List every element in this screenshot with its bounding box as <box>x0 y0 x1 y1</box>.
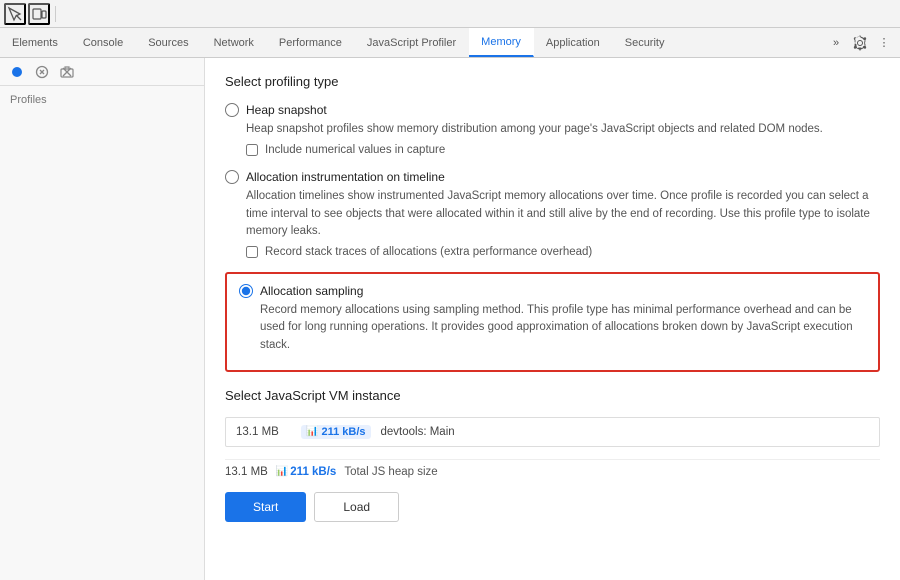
vm-size: 13.1 MB <box>236 426 291 438</box>
allocation-sampling-row: Allocation sampling <box>239 284 866 298</box>
more-tabs-button[interactable]: » <box>824 31 848 55</box>
allocation-sampling-radio[interactable] <box>239 284 253 298</box>
sidebar-toolbar <box>0 58 204 86</box>
stop-button[interactable] <box>31 61 53 83</box>
tab-memory[interactable]: Memory <box>469 28 534 57</box>
allocation-instrumentation-option: Allocation instrumentation on timeline A… <box>225 170 880 258</box>
sidebar: Profiles <box>0 58 205 580</box>
vm-rate-badge: 📊 211 kB/s <box>301 425 371 439</box>
footer-stats: 13.1 MB 📊 211 kB/s Total JS heap size <box>225 459 880 484</box>
heap-snapshot-label[interactable]: Heap snapshot <box>246 103 327 117</box>
content-area: Select profiling type Heap snapshot Heap… <box>205 58 900 580</box>
alloc-stack-traces-checkbox[interactable] <box>246 246 258 258</box>
footer-rate-value: 211 kB/s <box>290 466 336 478</box>
tab-performance[interactable]: Performance <box>267 28 355 57</box>
device-toolbar-button[interactable] <box>28 3 50 25</box>
record-button[interactable] <box>6 61 28 83</box>
vm-instance-row[interactable]: 13.1 MB 📊 211 kB/s devtools: Main <box>226 418 879 446</box>
heap-snapshot-checkbox-row: Include numerical values in capture <box>246 144 880 156</box>
allocation-instrumentation-row: Allocation instrumentation on timeline <box>225 170 880 184</box>
allocation-sampling-desc: Record memory allocations using sampling… <box>260 302 866 354</box>
select-type-title: Select profiling type <box>225 74 880 89</box>
tab-bar-right: » ⋮ <box>824 28 900 57</box>
tab-console[interactable]: Console <box>71 28 136 57</box>
load-button[interactable]: Load <box>314 492 399 522</box>
profiles-label: Profiles <box>0 86 204 114</box>
footer-size: 13.1 MB <box>225 466 268 478</box>
allocation-instrumentation-label[interactable]: Allocation instrumentation on timeline <box>246 170 445 184</box>
tab-js-profiler[interactable]: JavaScript Profiler <box>355 28 469 57</box>
heap-snapshot-radio[interactable] <box>225 103 239 117</box>
tab-bar: Elements Console Sources Network Perform… <box>0 28 900 58</box>
tab-security[interactable]: Security <box>613 28 678 57</box>
heap-snapshot-desc: Heap snapshot profiles show memory distr… <box>246 121 880 138</box>
tab-elements[interactable]: Elements <box>0 28 71 57</box>
heap-snapshot-option: Heap snapshot Heap snapshot profiles sho… <box>225 103 880 156</box>
heap-numerical-checkbox[interactable] <box>246 144 258 156</box>
tab-network[interactable]: Network <box>202 28 267 57</box>
action-buttons: Start Load <box>225 492 880 522</box>
heap-snapshot-row: Heap snapshot <box>225 103 880 117</box>
tab-sources[interactable]: Sources <box>136 28 201 57</box>
allocation-sampling-label[interactable]: Allocation sampling <box>260 284 363 298</box>
allocation-instrumentation-desc: Allocation timelines show instrumented J… <box>246 188 880 240</box>
footer-label: Total JS heap size <box>344 466 437 478</box>
settings-button[interactable] <box>848 31 872 55</box>
footer-rate: 📊 211 kB/s <box>276 466 337 478</box>
vm-section-title: Select JavaScript VM instance <box>225 388 880 403</box>
footer-rate-icon: 📊 <box>276 466 288 477</box>
start-button[interactable]: Start <box>225 492 306 522</box>
devtools-toolbar <box>0 0 900 28</box>
more-options-button[interactable]: ⋮ <box>872 31 896 55</box>
tab-application[interactable]: Application <box>534 28 613 57</box>
heap-numerical-label[interactable]: Include numerical values in capture <box>265 144 445 156</box>
vm-instance-name: devtools: Main <box>381 426 455 438</box>
allocation-sampling-box: Allocation sampling Record memory alloca… <box>225 272 880 372</box>
vm-rate-icon: 📊 <box>306 426 318 437</box>
alloc-stack-checkbox-row: Record stack traces of allocations (extr… <box>246 246 880 258</box>
toolbar-separator <box>55 6 56 22</box>
inspect-element-button[interactable] <box>4 3 26 25</box>
vm-rate-value: 211 kB/s <box>321 426 365 438</box>
main-area: Profiles Select profiling type Heap snap… <box>0 58 900 580</box>
vm-instance-table: 13.1 MB 📊 211 kB/s devtools: Main <box>225 417 880 447</box>
vm-section: Select JavaScript VM instance 13.1 MB 📊 … <box>225 388 880 522</box>
allocation-instrumentation-radio[interactable] <box>225 170 239 184</box>
clear-button[interactable] <box>56 61 78 83</box>
alloc-stack-traces-label[interactable]: Record stack traces of allocations (extr… <box>265 246 592 258</box>
